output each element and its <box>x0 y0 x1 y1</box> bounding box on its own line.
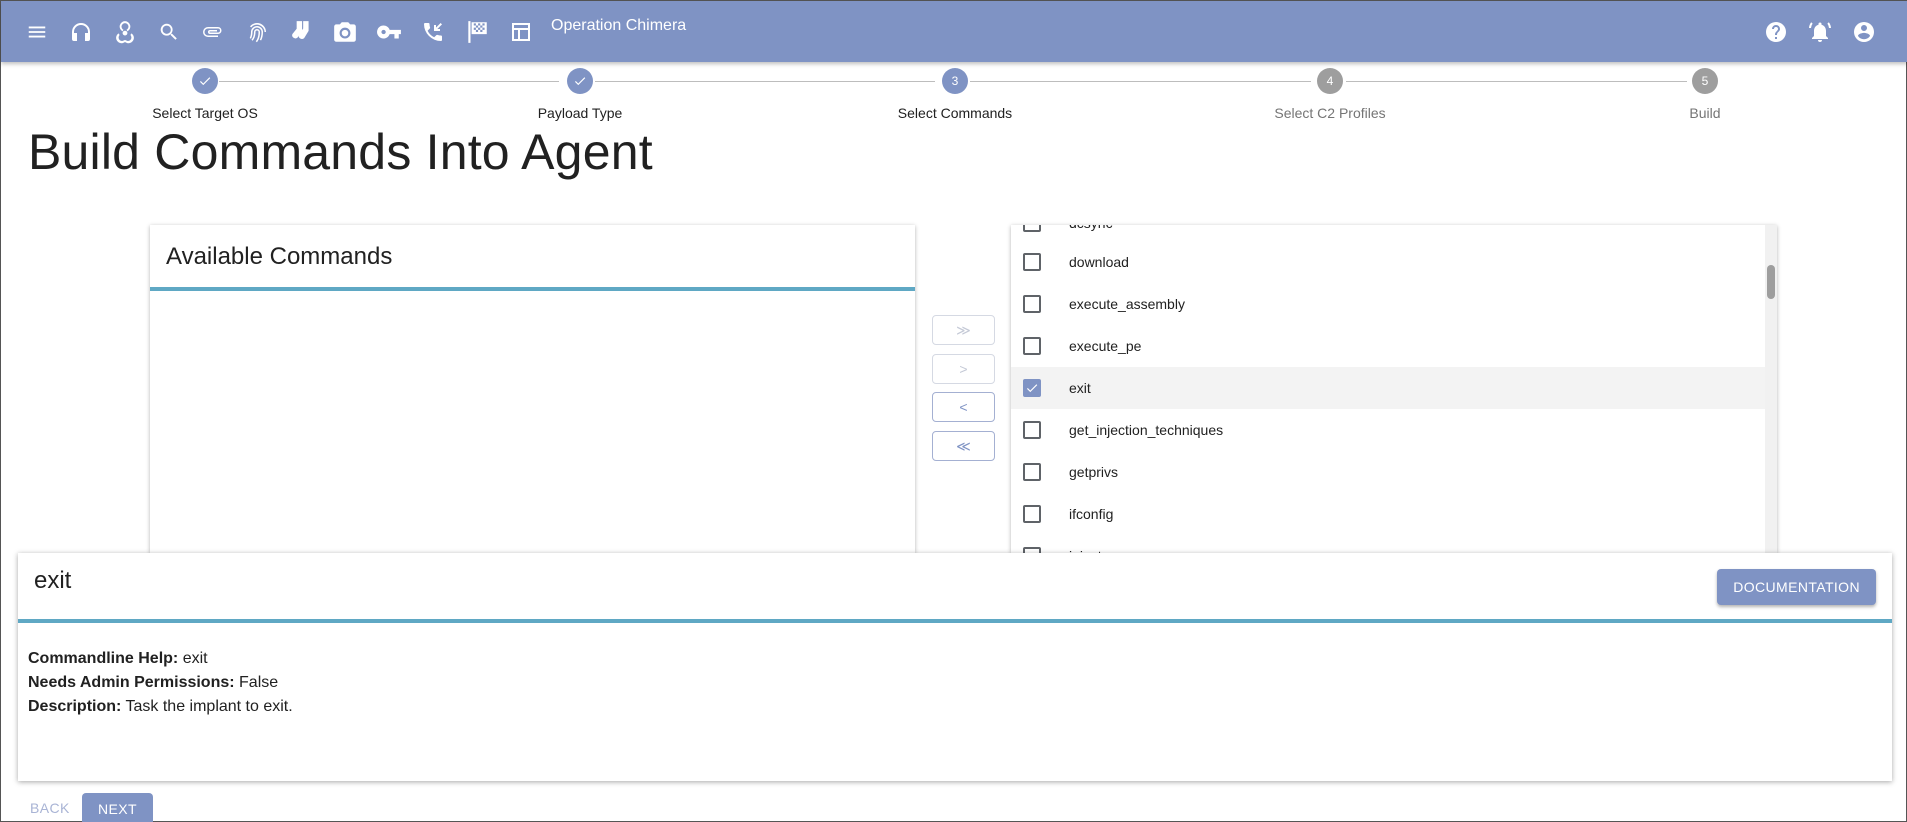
available-commands-panel: Available Commands <box>150 225 915 553</box>
command-name: execute_assembly <box>1069 296 1185 312</box>
move-all-left-button[interactable]: ≪ <box>932 431 995 461</box>
selected-commands-panel: dcsync download execute_assembly execute… <box>1011 225 1777 553</box>
field-label: Commandline Help: <box>28 650 179 667</box>
command-name: getprivs <box>1069 464 1119 480</box>
step-select-target-os: Select Target OS <box>55 68 355 121</box>
step-label: Payload Type <box>537 105 623 121</box>
list-item[interactable]: ifconfig <box>1011 493 1765 535</box>
step-build: 5 Build <box>1555 68 1855 121</box>
scrollbar[interactable] <box>1765 225 1777 553</box>
command-name: get_injection_techniques <box>1069 422 1224 438</box>
socks-icon[interactable] <box>279 1 323 62</box>
move-right-button[interactable]: > <box>932 354 995 384</box>
field-label: Needs Admin Permissions: <box>28 674 235 691</box>
menu-icon[interactable] <box>15 1 59 62</box>
paperclip-icon[interactable] <box>191 1 235 62</box>
command-name: ifconfig <box>1069 506 1114 522</box>
checkbox[interactable] <box>1023 421 1041 439</box>
checkbox[interactable] <box>1023 253 1041 271</box>
checkbox[interactable] <box>1023 505 1041 523</box>
step-select-c2-profiles: 4 Select C2 Profiles <box>1180 68 1480 121</box>
step-label: Select Target OS <box>152 105 258 121</box>
field-value: False <box>239 674 279 691</box>
list-item[interactable]: dcsync <box>1011 225 1765 241</box>
checkbox[interactable] <box>1023 463 1041 481</box>
flag-checkered-icon[interactable] <box>455 1 499 62</box>
step-number: 3 <box>942 68 968 94</box>
list-item[interactable]: inject <box>1011 535 1765 553</box>
step-number: 4 <box>1317 68 1343 94</box>
commandline-help-row: Commandline Help: exit <box>28 647 1882 671</box>
biohazard-icon[interactable] <box>103 1 147 62</box>
checkbox[interactable] <box>1023 295 1041 313</box>
selected-commands-list: dcsync download execute_assembly execute… <box>1011 225 1765 553</box>
move-left-button[interactable]: < <box>932 392 995 422</box>
next-button[interactable]: NEXT <box>82 793 153 822</box>
field-label: Description: <box>28 698 122 715</box>
list-item[interactable]: get_injection_techniques <box>1011 409 1765 451</box>
step-label: Build <box>1689 105 1721 121</box>
step-select-commands: 3 Select Commands <box>805 68 1105 121</box>
build-stepper: Select Target OS Payload Type 3 Select C… <box>1 62 1907 132</box>
list-item[interactable]: execute_assembly <box>1011 283 1765 325</box>
field-value: exit <box>182 650 208 667</box>
available-commands-title: Available Commands <box>150 225 915 291</box>
checkbox[interactable] <box>1023 337 1041 355</box>
fingerprint-icon[interactable] <box>235 1 279 62</box>
key-icon[interactable] <box>367 1 411 62</box>
list-item[interactable]: getprivs <box>1011 451 1765 493</box>
step-number: 5 <box>1692 68 1718 94</box>
help-icon[interactable] <box>1754 1 1798 62</box>
back-button[interactable]: BACK <box>30 800 70 816</box>
command-title: exit <box>34 567 72 594</box>
check-icon <box>567 68 593 94</box>
headphones-icon[interactable] <box>59 1 103 62</box>
bell-icon[interactable] <box>1798 1 1842 62</box>
list-item[interactable]: download <box>1011 241 1765 283</box>
app-bar: Operation Chimera <box>1 1 1907 62</box>
command-name: execute_pe <box>1069 338 1142 354</box>
check-icon <box>1026 384 1038 393</box>
checkbox[interactable] <box>1023 225 1041 232</box>
field-value: Task the implant to exit. <box>125 698 293 715</box>
scrollbar-thumb[interactable] <box>1767 265 1775 299</box>
checkbox[interactable] <box>1023 379 1041 397</box>
move-all-right-button[interactable]: ≫ <box>932 315 995 345</box>
phone-callback-icon[interactable] <box>411 1 455 62</box>
command-name: dcsync <box>1069 225 1113 231</box>
step-label: Select Commands <box>897 105 1013 121</box>
documentation-button[interactable]: DOCUMENTATION <box>1717 569 1876 605</box>
table-icon[interactable] <box>499 1 543 62</box>
search-icon[interactable] <box>147 1 191 62</box>
check-icon <box>192 68 218 94</box>
list-item[interactable]: execute_pe <box>1011 325 1765 367</box>
step-payload-type: Payload Type <box>430 68 730 121</box>
command-name: exit <box>1069 380 1091 396</box>
description-row: Description: Task the implant to exit. <box>28 695 1882 719</box>
admin-permissions-row: Needs Admin Permissions: False <box>28 671 1882 695</box>
step-label: Select C2 Profiles <box>1274 105 1386 121</box>
operation-title[interactable]: Operation Chimera <box>551 17 686 35</box>
list-item[interactable]: exit <box>1011 367 1765 409</box>
command-details-panel: exit DOCUMENTATION Commandline Help: exi… <box>18 553 1892 781</box>
account-icon[interactable] <box>1842 1 1886 62</box>
command-name: download <box>1069 254 1129 270</box>
page-title: Build Commands Into Agent <box>28 124 653 180</box>
camera-icon[interactable] <box>323 1 367 62</box>
